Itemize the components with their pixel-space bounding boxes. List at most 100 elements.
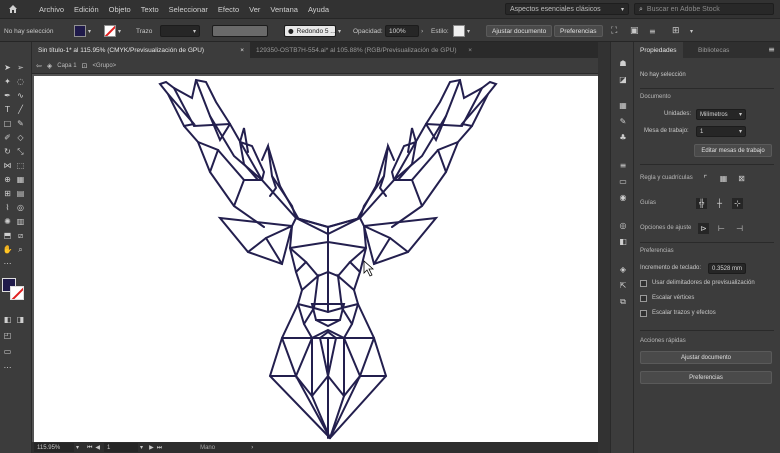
flyout-icon[interactable]: ≡ xyxy=(649,25,656,37)
symbols-icon[interactable]: ♣ xyxy=(617,132,629,144)
blend-tool-icon[interactable]: ◎ xyxy=(15,202,26,213)
perspective-grid-icon[interactable]: ▦ xyxy=(15,174,26,185)
stroke-weight-field[interactable]: ▾ xyxy=(160,25,200,37)
paintbrush-icon[interactable]: ✎ xyxy=(15,118,26,129)
snap-to-pixel-icon[interactable]: ⊢ xyxy=(716,223,727,234)
pen-tool-icon[interactable]: ✒ xyxy=(2,90,13,101)
preferences-label[interactable]: Preferencias xyxy=(554,25,603,37)
export-icon[interactable]: ⇱ xyxy=(617,280,629,292)
fill-swatch[interactable]: ▾ xyxy=(74,25,91,37)
style-swatch[interactable]: ▾ xyxy=(453,25,470,37)
deer-head-artwork[interactable] xyxy=(34,76,598,442)
color-icon[interactable]: ☗ xyxy=(617,58,629,70)
direct-selection-tool-icon[interactable]: ➢ xyxy=(15,62,26,73)
zoom-tool-icon[interactable]: ⌕ xyxy=(15,244,26,255)
menu-item-8[interactable]: Ayuda xyxy=(303,5,334,14)
stroke-swatch[interactable]: ▾ xyxy=(104,25,121,37)
adjust-document-label[interactable]: Ajustar documento xyxy=(486,25,553,37)
scale-strokes-checkbox[interactable] xyxy=(640,310,647,317)
more-tools-icon[interactable]: ⋯ xyxy=(2,258,13,269)
color-mode-icon[interactable]: ◧ xyxy=(2,314,13,325)
style-box[interactable] xyxy=(453,25,465,37)
eraser-icon[interactable]: ◇ xyxy=(15,132,26,143)
adjust-document-button[interactable]: Ajustar documento xyxy=(486,25,553,37)
type-tool-icon[interactable]: T xyxy=(2,104,13,115)
preferences-panel-button[interactable]: Preferencias xyxy=(640,371,772,384)
snap-to-point-icon[interactable]: ⊳ xyxy=(698,223,709,234)
lasso-icon[interactable]: ◌ xyxy=(15,76,26,87)
menu-item-4[interactable]: Seleccionar xyxy=(164,5,213,14)
menu-item-7[interactable]: Ventana xyxy=(265,5,303,14)
mesh-tool-icon[interactable]: ⊞ xyxy=(2,188,13,199)
chevron-down-icon[interactable]: ▾ xyxy=(467,28,470,35)
tab-properties[interactable]: Propiedades xyxy=(634,42,683,58)
opacity-field[interactable]: 100% › xyxy=(385,25,423,37)
chevron-right-icon[interactable]: › xyxy=(421,28,423,35)
variable-width-profile[interactable] xyxy=(212,25,268,37)
arrange-documents-icon[interactable]: ⊞ xyxy=(672,25,680,37)
artboard[interactable] xyxy=(34,76,598,442)
slice-tool-icon[interactable]: ⧄ xyxy=(15,230,26,241)
color-guide-icon[interactable]: ◪ xyxy=(617,74,629,86)
curvature-tool-icon[interactable]: ∿ xyxy=(15,90,26,101)
gradient-mode-icon[interactable]: ◨ xyxy=(15,314,26,325)
artboard-select[interactable]: 1 ▾ xyxy=(696,126,746,137)
fill-color-box[interactable] xyxy=(74,25,86,37)
opacity-input[interactable]: 100% xyxy=(385,25,419,37)
stroke-none-box[interactable] xyxy=(104,25,116,37)
zoom-field[interactable]: 115.95% xyxy=(34,443,74,452)
magic-wand-icon[interactable]: ✦ xyxy=(2,76,13,87)
tab-libraries[interactable]: Bibliotecas xyxy=(692,42,735,58)
brush-select[interactable]: ● Redondo 5 ... xyxy=(284,25,336,37)
draw-mode-icon[interactable]: ◰ xyxy=(2,330,13,341)
rulers-icon[interactable]: ⌜ xyxy=(700,173,711,184)
chevron-down-icon[interactable]: ▾ xyxy=(76,444,79,451)
artboard-number-field[interactable]: 1 xyxy=(104,443,139,452)
width-profile-select[interactable] xyxy=(212,25,268,37)
smart-guides-icon[interactable]: ⊹ xyxy=(732,198,743,209)
transparency-icon[interactable]: ◉ xyxy=(617,192,629,204)
menu-item-1[interactable]: Edición xyxy=(69,5,104,14)
back-arrow-icon[interactable]: ⇦ xyxy=(36,62,42,70)
snap-to-grid-icon[interactable]: ⊣ xyxy=(734,223,745,234)
stroke-color-large[interactable] xyxy=(10,286,24,300)
gradient-icon[interactable]: ▭ xyxy=(617,176,629,188)
preferences-button[interactable]: Preferencias xyxy=(554,25,603,37)
hand-tool-icon[interactable]: ✋ xyxy=(2,244,13,255)
search-input[interactable]: ⌕ Buscar en Adobe Stock xyxy=(634,3,774,15)
close-icon[interactable]: × xyxy=(240,47,244,54)
menu-item-2[interactable]: Objeto xyxy=(104,5,136,14)
tab-document-2[interactable]: 129350-OSTB7H-554.ai* al 105.88% (RGB/Pr… xyxy=(250,42,478,58)
chevron-down-icon[interactable]: ▾ xyxy=(118,28,121,35)
eyedropper-icon[interactable]: ⌇ xyxy=(2,202,13,213)
align-icon[interactable]: ⛶ xyxy=(611,25,617,37)
scale-corners-checkbox[interactable] xyxy=(640,295,647,302)
previous-artboard-icon[interactable]: ◀ xyxy=(95,444,100,451)
shape-builder-icon[interactable]: ⊕ xyxy=(2,174,13,185)
rotate-tool-icon[interactable]: ↻ xyxy=(2,146,13,157)
keyboard-increment-input[interactable]: 0.3528 mm xyxy=(708,263,746,274)
free-transform-icon[interactable]: ⬚ xyxy=(15,160,26,171)
edit-toolbar-icon[interactable]: ⋯ xyxy=(2,362,13,373)
next-artboard-icon[interactable]: ▶ xyxy=(149,444,154,451)
chevron-right-icon[interactable]: › xyxy=(251,444,253,451)
adjust-document-panel-button[interactable]: Ajustar documento xyxy=(640,351,772,364)
chevron-down-icon[interactable]: ▾ xyxy=(88,28,91,35)
appearance-icon[interactable]: ◎ xyxy=(617,220,629,232)
scale-tool-icon[interactable]: ⤡ xyxy=(15,146,26,157)
graph-tool-icon[interactable]: ▥ xyxy=(15,216,26,227)
artboard-tool-icon[interactable]: ⬒ xyxy=(2,230,13,241)
width-tool-icon[interactable]: ⋈ xyxy=(2,160,13,171)
chevron-down-icon[interactable]: ▾ xyxy=(140,444,143,451)
home-icon[interactable] xyxy=(0,0,26,18)
workspace-switcher[interactable]: Aspectos esenciales clásicos ▾ xyxy=(505,3,629,15)
stroke-weight-input[interactable]: ▾ xyxy=(160,25,200,37)
screen-mode-icon[interactable]: ▭ xyxy=(2,346,13,357)
brushes-icon[interactable]: ✎ xyxy=(617,116,629,128)
selection-tool-icon[interactable]: ➤ xyxy=(2,62,13,73)
chevron-down-icon[interactable]: ▾ xyxy=(690,25,693,37)
chevron-down-icon[interactable]: ▾ xyxy=(338,28,341,35)
shaper-tool-icon[interactable]: ✐ xyxy=(2,132,13,143)
show-guides-icon[interactable]: ╬ xyxy=(696,198,707,209)
isolate-icon[interactable]: ▣ xyxy=(630,25,639,37)
